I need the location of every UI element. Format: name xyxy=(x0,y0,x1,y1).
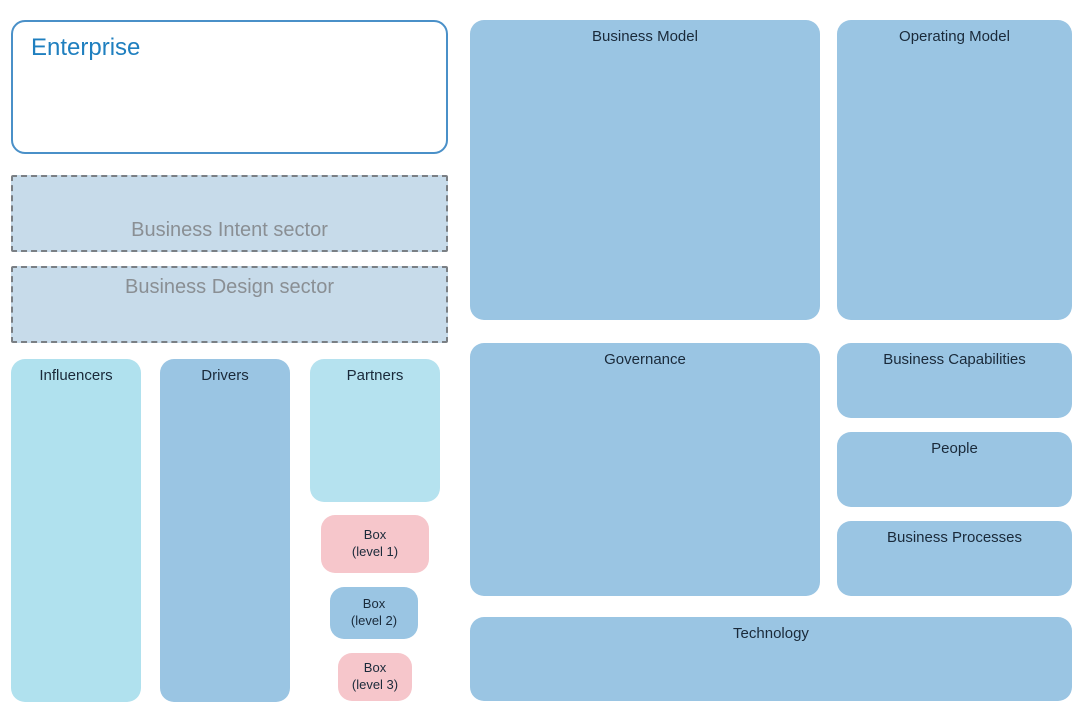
operating-model-box: Operating Model xyxy=(837,20,1072,320)
influencers-box: Influencers xyxy=(11,359,141,702)
box-level-3: Box (level 3) xyxy=(338,653,412,701)
business-processes-box: Business Processes xyxy=(837,521,1072,596)
box-level-1: Box (level 1) xyxy=(321,515,429,573)
business-design-sector: Business Design sector xyxy=(11,266,448,343)
enterprise-title: Enterprise xyxy=(13,22,446,74)
box-level-2: Box (level 2) xyxy=(330,587,418,639)
partners-box: Partners xyxy=(310,359,440,502)
business-model-box: Business Model xyxy=(470,20,820,320)
people-box: People xyxy=(837,432,1072,507)
business-intent-sector: Business Intent sector xyxy=(11,175,448,252)
drivers-box: Drivers xyxy=(160,359,290,702)
business-intent-label: Business Intent sector xyxy=(131,219,328,242)
enterprise-box: Enterprise xyxy=(11,20,448,154)
governance-box: Governance xyxy=(470,343,820,596)
business-capabilities-box: Business Capabilities xyxy=(837,343,1072,418)
business-design-label: Business Design sector xyxy=(125,276,334,299)
technology-box: Technology xyxy=(470,617,1072,701)
